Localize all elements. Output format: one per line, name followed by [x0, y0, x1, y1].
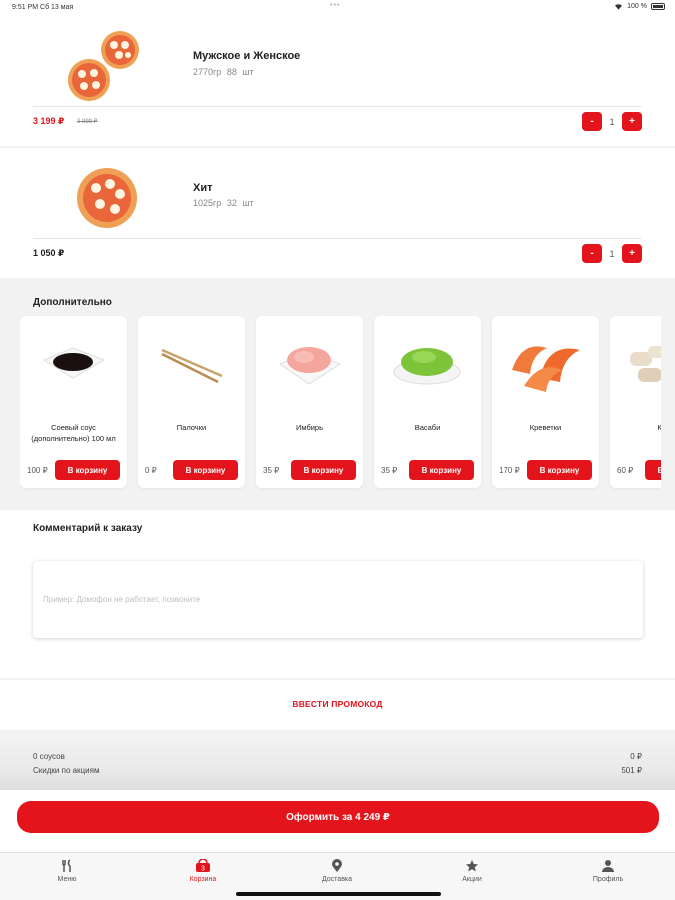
divider: [33, 238, 642, 239]
divider: [33, 106, 642, 107]
cart-item: Мужское и Женское 2770гр 88 шт 3 199 ₽ 3…: [0, 16, 675, 146]
tab-label: Профиль: [592, 876, 624, 883]
decrease-button[interactable]: -: [582, 244, 602, 263]
addon-carousel[interactable]: Соевый соус (дополнительно) 100 мл 100 ₽…: [20, 316, 661, 491]
comment-input[interactable]: [33, 561, 643, 638]
quantity-stepper: - 1 +: [582, 112, 642, 131]
add-to-cart-button[interactable]: В корзину: [55, 460, 120, 480]
addon-name: Палочки: [176, 423, 207, 432]
item-pieces: 32 шт: [226, 198, 254, 208]
tab-label: Акции: [462, 876, 482, 883]
item-pieces: 88 шт: [226, 67, 254, 77]
comment-section: Комментарий к заказу: [0, 510, 675, 678]
item-price: 3 199 ₽: [33, 116, 65, 126]
fork-knife-icon: [62, 859, 71, 872]
addon-card: Палочки 0 ₽ В корзину: [138, 316, 245, 488]
addon-price: 35 ₽: [263, 466, 280, 475]
addon-price: 170 ₽: [499, 466, 520, 475]
tab-profile[interactable]: Профиль: [568, 859, 648, 883]
addon-card: Креветки 170 ₽ В корзину: [492, 316, 599, 488]
soy-sauce-image: [42, 347, 106, 379]
multitasking-dots: •••: [330, 2, 341, 9]
summary-label: Скидки по акциям: [33, 766, 100, 775]
summary-row: 0 соусов 0 ₽: [33, 752, 642, 761]
add-to-cart-button[interactable]: В корзину: [527, 460, 592, 480]
add-to-cart-button[interactable]: В корзину: [645, 460, 661, 480]
wasabi-image: [393, 348, 461, 385]
wifi-icon: [615, 4, 623, 10]
status-right: 100 %: [614, 3, 665, 10]
battery-icon: [651, 3, 665, 10]
checkout-bar: Оформить за 4 249 ₽: [0, 790, 675, 852]
tab-promotions[interactable]: Акции: [432, 859, 512, 883]
status-time: 9:51 PM Сб 13 мая: [12, 4, 74, 11]
addon-name: Васаби: [414, 423, 441, 432]
cart-icon: 3: [196, 859, 210, 873]
star-icon: [466, 860, 478, 872]
sushi-set-image: [68, 31, 139, 101]
item-name: Хит: [193, 182, 213, 194]
add-to-cart-button[interactable]: В корзину: [291, 460, 356, 480]
addon-card: Имбирь 35 ₽ В корзину: [256, 316, 363, 488]
item-name: Мужское и Женское: [193, 50, 301, 62]
status-bar: 9:51 PM Сб 13 мая ••• 100 %: [0, 0, 675, 16]
location-pin-icon: [332, 859, 342, 872]
item-price: 1 050 ₽: [33, 248, 65, 258]
section-title: Комментарий к заказу: [33, 523, 143, 534]
promo-code-link[interactable]: ВВЕСТИ ПРОМОКОД: [0, 699, 675, 709]
home-indicator[interactable]: [236, 892, 441, 896]
additional-section: Дополнительно Соевый соус (дополнительно…: [0, 280, 675, 500]
promo-section: ВВЕСТИ ПРОМОКОД: [0, 680, 675, 730]
person-icon: [602, 860, 614, 872]
cart-item: Хит 1025гр 32 шт 1 050 ₽ - 1 +: [0, 148, 675, 278]
addon-price: 35 ₽: [381, 466, 398, 475]
chopsticks-image: [161, 348, 223, 384]
order-summary: 0 соусов 0 ₽ Скидки по акциям 501 ₽: [0, 733, 675, 793]
summary-row: Скидки по акциям 501 ₽: [33, 766, 642, 775]
quantity-value: 1: [609, 116, 615, 127]
tab-label: Доставка: [321, 876, 353, 883]
tab-label: Меню: [57, 876, 77, 883]
addon-card: Васаби 35 ₽ В корзину: [374, 316, 481, 488]
quantity-stepper: - 1 +: [582, 244, 642, 263]
increase-button[interactable]: +: [622, 112, 642, 131]
summary-value: 501 ₽: [621, 766, 642, 775]
increase-button[interactable]: +: [622, 244, 642, 263]
chicken-image: [630, 346, 661, 382]
item-meta: 2770гр 88 шт: [193, 67, 254, 77]
decrease-button[interactable]: -: [582, 112, 602, 131]
add-to-cart-button[interactable]: В корзину: [173, 460, 238, 480]
addon-name: Кур: [657, 423, 661, 432]
summary-value: 0 ₽: [630, 752, 642, 761]
add-to-cart-button[interactable]: В корзину: [409, 460, 474, 480]
item-meta: 1025гр 32 шт: [193, 198, 254, 208]
checkout-button[interactable]: Оформить за 4 249 ₽: [17, 801, 659, 833]
item-old-price: 3 999 ₽: [77, 119, 98, 125]
summary-label: 0 соусов: [33, 752, 65, 761]
quantity-value: 1: [609, 248, 615, 259]
addon-price: 100 ₽: [27, 466, 48, 475]
addon-price: 60 ₽: [617, 466, 634, 475]
tab-cart[interactable]: 3 Корзина: [163, 859, 243, 883]
item-weight: 1025гр: [193, 198, 222, 208]
addon-card: Кур 60 ₽ В корзину: [610, 316, 661, 488]
addon-name: Креветки: [529, 423, 562, 432]
tab-menu[interactable]: Меню: [27, 859, 107, 883]
addon-card: Соевый соус (дополнительно) 100 мл 100 ₽…: [20, 316, 127, 488]
shrimp-image: [512, 346, 580, 392]
ginger-image: [278, 347, 342, 385]
sushi-set-image: [77, 168, 137, 228]
battery-percent: 100 %: [627, 3, 647, 10]
item-weight: 2770гр: [193, 67, 222, 77]
section-title: Дополнительно: [33, 297, 112, 308]
addon-name: Соевый соус (дополнительно) 100 мл: [31, 423, 116, 443]
addon-name: Имбирь: [295, 423, 324, 432]
tab-delivery[interactable]: Доставка: [297, 859, 377, 883]
tab-label: Корзина: [189, 876, 217, 883]
addon-price: 0 ₽: [145, 466, 157, 475]
cart-badge: 3: [201, 866, 205, 873]
